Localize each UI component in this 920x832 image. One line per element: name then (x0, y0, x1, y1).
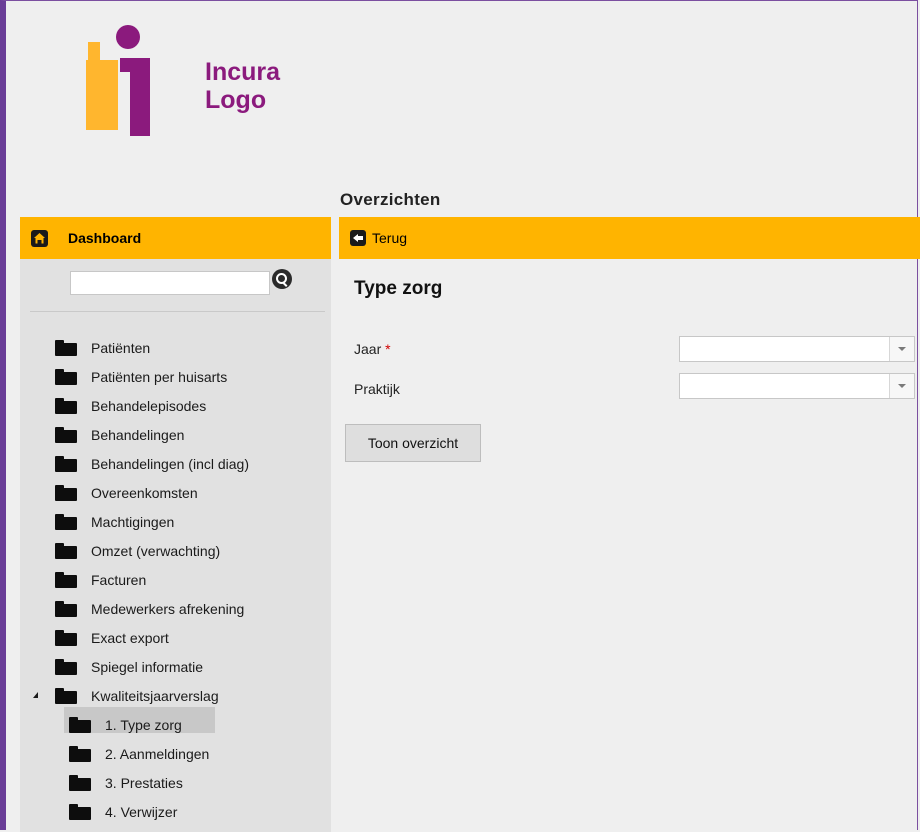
nav-item-label: 3. Prestaties (105, 774, 183, 791)
logo-line2: Logo (205, 86, 267, 114)
main-toolbar: Terug (339, 217, 920, 259)
sidebar-search (20, 259, 331, 311)
nav-item-exact-export[interactable]: Exact export (20, 623, 331, 652)
nav-item-patienten-per-huisarts[interactable]: Patiënten per huisarts (20, 362, 331, 391)
nav-item-label: Kwaliteitsjaarverslag (91, 687, 219, 704)
nav-item-overeenkomsten[interactable]: Overeenkomsten (20, 478, 331, 507)
folder-icon (55, 368, 77, 385)
logo-text: Incura Logo (205, 58, 280, 114)
sidebar-header-dashboard[interactable]: Dashboard (20, 217, 331, 259)
chevron-down-icon[interactable] (889, 337, 914, 361)
nav-item-behandelepisodes[interactable]: Behandelepisodes (20, 391, 331, 420)
nav-item-type-zorg[interactable]: 1. Type zorg (20, 710, 331, 739)
folder-icon (69, 803, 91, 820)
folder-icon (55, 513, 77, 530)
folder-icon (55, 397, 77, 414)
toon-overzicht-button[interactable]: Toon overzicht (345, 424, 481, 462)
nav-item-label: Patiënten (91, 339, 151, 356)
nav-item-label: 4. Verwijzer (105, 803, 178, 820)
logo: Incura Logo (86, 22, 306, 142)
sidebar-title: Dashboard (68, 230, 142, 246)
back-arrow-icon[interactable] (350, 230, 366, 246)
nav-item-label: Exact export (91, 629, 169, 646)
folder-icon (69, 774, 91, 791)
folder-icon (55, 426, 77, 443)
sidebar-divider (30, 311, 325, 312)
folder-open-icon (69, 716, 91, 733)
nav-item-kwaliteitsjaarverslag[interactable]: Kwaliteitsjaarverslag (20, 681, 331, 710)
search-icon[interactable] (272, 269, 292, 289)
nav-item-label: Overeenkomsten (91, 484, 198, 501)
folder-icon (55, 455, 77, 472)
folder-icon (55, 339, 77, 356)
nav-item-label: Behandelingen (incl diag) (91, 455, 249, 472)
folder-icon (55, 542, 77, 559)
nav-item-aanmeldingen[interactable]: 2. Aanmeldingen (20, 739, 331, 768)
nav-item-label: Spiegel informatie (91, 658, 204, 675)
logo-mark-icon (86, 25, 150, 136)
folder-icon (55, 571, 77, 588)
folder-icon (55, 687, 77, 704)
nav-item-facturen[interactable]: Facturen (20, 565, 331, 594)
nav-item-patienten[interactable]: Patiënten (20, 333, 331, 362)
jaar-label-text: Jaar (354, 341, 382, 357)
form-title: Type zorg (354, 278, 443, 299)
sidebar: Dashboard Patiënten Patiënten per huisar… (20, 217, 331, 832)
nav-item-label: Patiënten per huisarts (91, 368, 228, 385)
expand-triangle-icon[interactable] (33, 692, 38, 698)
page-title: Overzichten (340, 190, 441, 209)
praktijk-select[interactable] (679, 373, 915, 399)
nav-item-verwijzer[interactable]: 4. Verwijzer (20, 797, 331, 826)
folder-icon (55, 658, 77, 675)
folder-icon (69, 745, 91, 762)
home-icon (31, 229, 48, 247)
nav-item-medewerkers-afrekening[interactable]: Medewerkers afrekening (20, 594, 331, 623)
folder-icon (55, 600, 77, 617)
search-input[interactable] (70, 271, 270, 295)
nav-item-label: Medewerkers afrekening (91, 600, 245, 617)
nav-item-label: Behandelingen (91, 426, 185, 443)
nav-item-machtigingen[interactable]: Machtigingen (20, 507, 331, 536)
nav-item-label: Omzet (verwachting) (91, 542, 221, 559)
nav-item-omzet[interactable]: Omzet (verwachting) (20, 536, 331, 565)
folder-icon (55, 484, 77, 501)
chevron-down-icon[interactable] (889, 374, 914, 398)
praktijk-label: Praktijk (354, 381, 400, 397)
nav-item-behandelingen-incl-diag[interactable]: Behandelingen (incl diag) (20, 449, 331, 478)
folder-icon (55, 629, 77, 646)
nav-item-label: Facturen (91, 571, 147, 588)
nav-item-behandelingen[interactable]: Behandelingen (20, 420, 331, 449)
back-button[interactable]: Terug (372, 230, 407, 246)
required-marker: * (385, 341, 391, 357)
nav-item-label: Behandelepisodes (91, 397, 207, 414)
nav-item-prestaties[interactable]: 3. Prestaties (20, 768, 331, 797)
jaar-label: Jaar * (354, 341, 391, 357)
nav-tree: Patiënten Patiënten per huisarts Behande… (20, 333, 331, 826)
logo-line1: Incura (205, 58, 281, 86)
nav-item-label: 2. Aanmeldingen (105, 745, 210, 762)
nav-item-label: 1. Type zorg (105, 716, 182, 733)
nav-item-spiegel-informatie[interactable]: Spiegel informatie (20, 652, 331, 681)
nav-item-label: Machtigingen (91, 513, 175, 530)
jaar-select[interactable] (679, 336, 915, 362)
